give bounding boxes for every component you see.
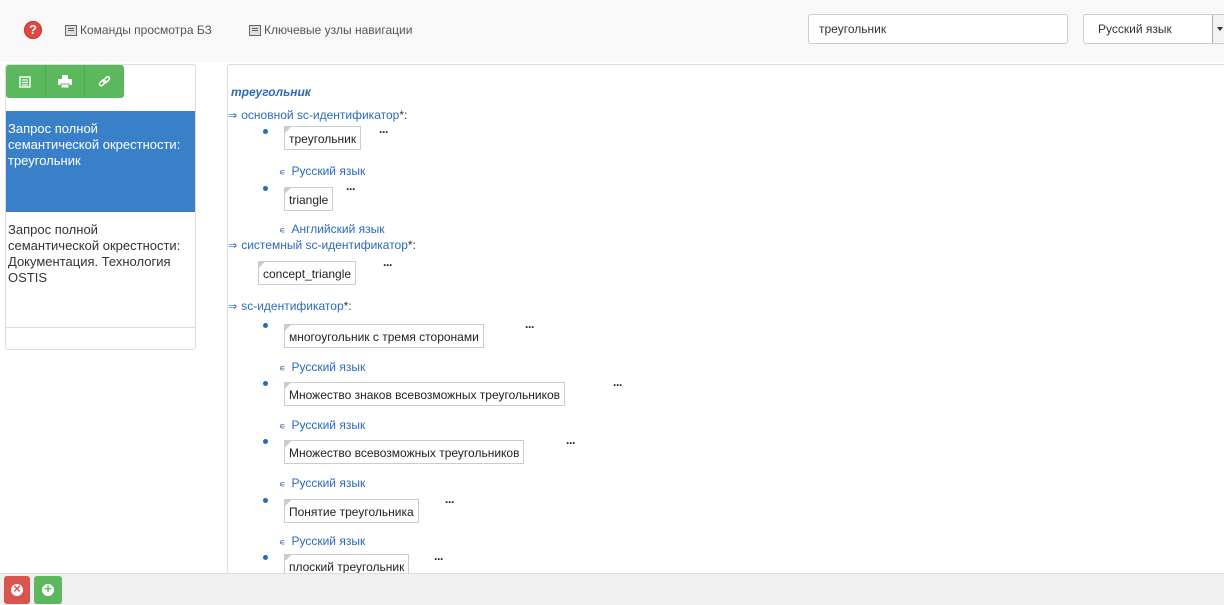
more-icon[interactable]: ··· [445, 495, 455, 509]
more-icon[interactable]: ··· [383, 258, 393, 272]
menu-icon [249, 24, 261, 36]
language-link[interactable]: ∊ Русский язык [279, 476, 365, 490]
language-link[interactable]: ∊ Русский язык [279, 418, 365, 432]
semantic-neighborhood-window: треугольник ⇒ основной sc-идентификатор*:… [227, 64, 1224, 574]
history-item-active[interactable]: Запрос полной семантической окрестности:… [6, 111, 195, 212]
more-icon[interactable]: ··· [346, 182, 356, 196]
menu-view-commands-label: Команды просмотра БЗ [80, 23, 212, 37]
language-label: Русский язык [291, 418, 366, 432]
close-icon [11, 581, 23, 596]
bullet-icon [263, 186, 268, 191]
language-select-value: Русский язык [1098, 22, 1172, 36]
relation-label: системный sc-идентификатор [241, 238, 408, 252]
language-label: Русский язык [291, 534, 366, 548]
print-button[interactable] [44, 65, 85, 98]
identifier-node[interactable]: Понятие треугольника [284, 499, 419, 523]
arrow-icon: ⇒ [228, 301, 238, 313]
history-item[interactable]: Запрос полной семантической окрестности:… [6, 212, 195, 328]
relation-label: sc-идентификатор [241, 299, 344, 313]
list-icon [19, 75, 32, 88]
relation-label: основной sc-идентификатор [241, 108, 400, 122]
add-icon [42, 581, 54, 596]
relation-sc-identifier[interactable]: ⇒ sc-идентификатор*: [228, 299, 352, 313]
history-toolbar [6, 65, 124, 98]
menu-navigation-nodes-label: Ключевые узлы навигации [264, 23, 413, 37]
arrow-icon: ⇒ [228, 110, 238, 122]
more-icon[interactable]: ··· [379, 125, 389, 139]
search-input[interactable] [808, 14, 1068, 44]
arrow-icon: ⇒ [228, 240, 238, 252]
language-link[interactable]: ∊ Русский язык [279, 164, 365, 178]
relation-main-identifier[interactable]: ⇒ основной sc-идентификатор*: [228, 108, 407, 122]
chevron-down-icon[interactable] [1212, 15, 1224, 43]
bullet-icon [263, 129, 268, 134]
element-icon: ∊ [279, 167, 286, 177]
system-identifier-node[interactable]: concept_triangle [258, 261, 357, 285]
menu-icon [65, 24, 77, 36]
more-icon[interactable]: ··· [434, 552, 444, 566]
identifier-node[interactable]: плоский треугольник [284, 554, 410, 573]
history-panel: Запрос полной семантической окрестности:… [5, 64, 196, 350]
bullet-icon [263, 439, 268, 444]
help-icon[interactable]: ? [24, 21, 42, 39]
bottom-toolbar [0, 573, 1224, 605]
more-icon[interactable]: ··· [613, 378, 623, 392]
element-icon: ∊ [279, 225, 286, 235]
more-icon[interactable]: ··· [566, 436, 576, 450]
identifier-node[interactable]: треугольник [284, 126, 362, 150]
relation-suffix: *: [343, 299, 352, 313]
identifier-node[interactable]: многоугольник с тремя сторонами [284, 324, 484, 348]
list-view-button[interactable] [6, 65, 45, 98]
relation-system-identifier[interactable]: ⇒ системный sc-идентификатор*: [228, 238, 416, 252]
identifier-node[interactable]: Множество знаков всевозможных треугольни… [284, 382, 566, 406]
link-button[interactable] [84, 65, 124, 98]
language-link[interactable]: ∊ Русский язык [279, 360, 365, 374]
link-icon [98, 76, 111, 87]
element-icon: ∊ [279, 479, 286, 489]
language-label: Русский язык [291, 164, 366, 178]
concept-title[interactable]: треугольник [231, 85, 311, 99]
bullet-icon [263, 323, 268, 328]
new-window-button[interactable] [34, 576, 62, 604]
language-label: Русский язык [291, 360, 366, 374]
print-icon [58, 75, 72, 88]
language-label: Русский язык [291, 476, 366, 490]
top-navbar: ? Команды просмотра БЗ Ключевые узлы нав… [0, 0, 1224, 62]
element-icon: ∊ [279, 537, 286, 547]
bullet-icon [263, 498, 268, 503]
more-icon[interactable]: ··· [525, 320, 535, 334]
identifier-node[interactable]: triangle [284, 187, 334, 211]
relation-suffix: *: [407, 238, 416, 252]
menu-view-commands[interactable]: Команды просмотра БЗ [65, 23, 212, 37]
bullet-icon [263, 381, 268, 386]
identifier-node[interactable]: Множество всевозможных треугольников [284, 440, 525, 464]
element-icon: ∊ [279, 421, 286, 431]
menu-navigation-nodes[interactable]: Ключевые узлы навигации [249, 23, 412, 37]
element-icon: ∊ [279, 363, 286, 373]
language-select[interactable]: Русский язык [1083, 14, 1224, 44]
language-label: Английский язык [291, 222, 385, 236]
bullet-icon [263, 555, 268, 560]
relation-suffix: *: [399, 108, 408, 122]
close-window-button[interactable] [4, 576, 30, 604]
language-link[interactable]: ∊ Русский язык [279, 534, 365, 548]
language-link[interactable]: ∊ Английский язык [279, 222, 385, 236]
